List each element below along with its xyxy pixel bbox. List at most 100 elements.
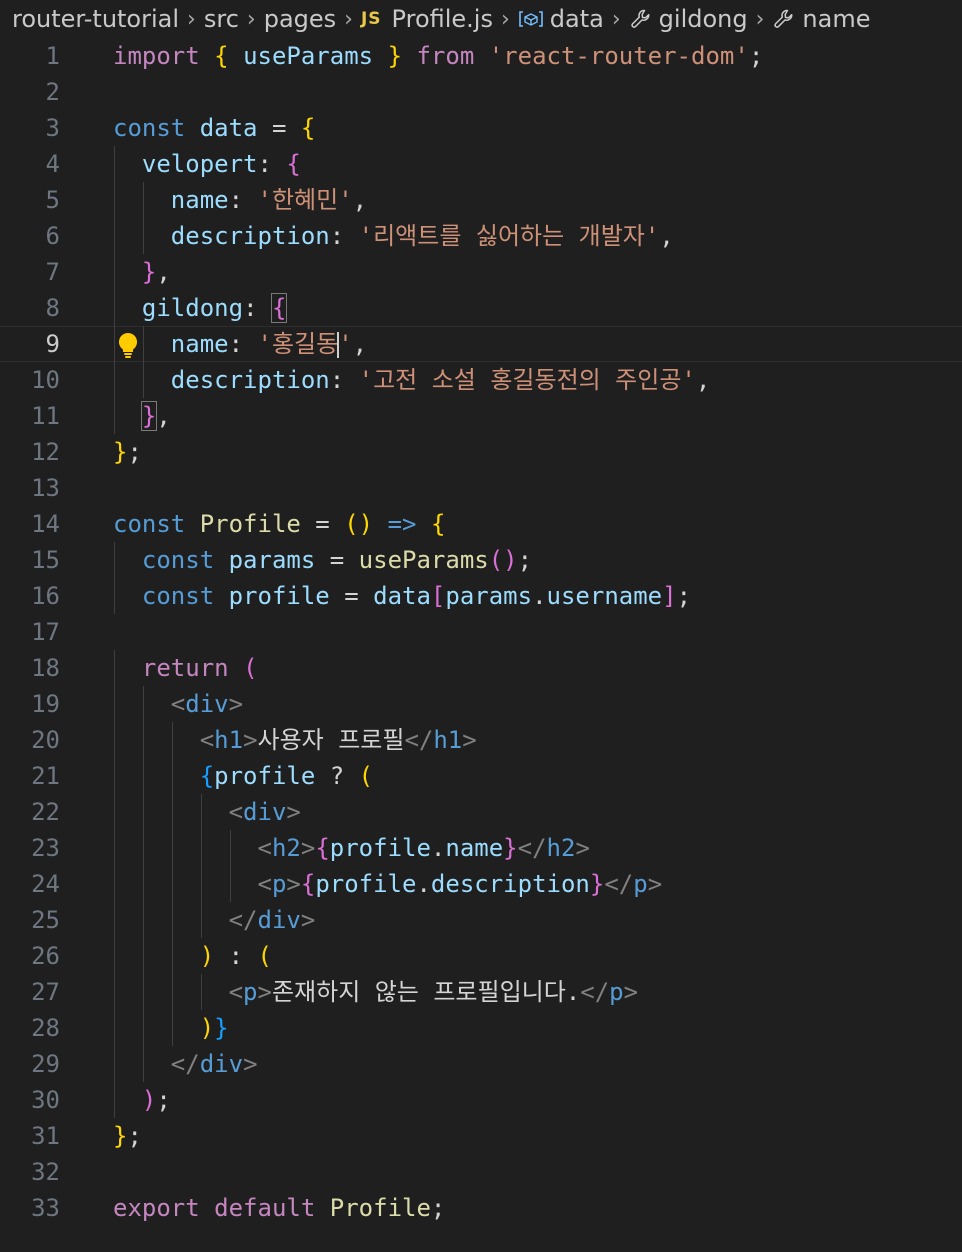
code-text: <div> <box>113 794 301 830</box>
code-line[interactable]: 33 export default Profile; <box>0 1190 962 1226</box>
code-token: div <box>243 798 287 826</box>
code-line[interactable]: 4 velopert: { <box>0 146 962 182</box>
code-line[interactable]: 1 import { useParams } from 'react-router… <box>0 38 962 74</box>
code-token: , <box>352 330 368 358</box>
code-line[interactable]: 15 const params = useParams(); <box>0 542 962 578</box>
code-token: p <box>633 870 648 898</box>
code-token: { <box>430 510 446 538</box>
code-token: , <box>156 402 171 430</box>
code-token: > <box>257 978 272 1006</box>
breadcrumb-folder-pages[interactable]: pages <box>264 5 336 33</box>
code-line[interactable]: 24 <p>{profile.description}</p> <box>0 866 962 902</box>
code-line[interactable]: 2 <box>0 74 962 110</box>
line-number: 14 <box>31 510 60 538</box>
code-token: < <box>228 978 244 1006</box>
code-line[interactable]: 28 )} <box>0 1010 962 1046</box>
code-token: = <box>315 546 359 574</box>
line-number: 15 <box>31 546 60 574</box>
code-line[interactable]: 17 <box>0 614 962 650</box>
code-token: description <box>170 222 330 250</box>
code-text: <h1>사용자 프로필</h1> <box>113 722 477 758</box>
code-token: ( <box>257 942 272 970</box>
code-token: . <box>532 582 547 610</box>
code-token: username <box>546 582 663 610</box>
code-line[interactable]: 13 <box>0 470 962 506</box>
code-text: description: '리액트를 싫어하는 개발자', <box>113 218 674 254</box>
line-number: 8 <box>45 294 60 322</box>
code-line[interactable]: 18 return ( <box>0 650 962 686</box>
line-number: 6 <box>45 222 60 250</box>
code-line[interactable]: 32 <box>0 1154 962 1190</box>
breadcrumb-folder-router-tutorial[interactable]: router-tutorial <box>12 5 179 33</box>
code-line[interactable]: 19 <div> <box>0 686 962 722</box>
code-token: return <box>141 654 229 682</box>
code-text: {profile ? ( <box>113 758 373 794</box>
code-text: </div> <box>113 1046 258 1082</box>
code-token: const <box>141 582 215 610</box>
code-token: < <box>199 726 215 754</box>
breadcrumb-symbol-name[interactable]: name <box>772 5 870 33</box>
breadcrumb-folder-src[interactable]: src <box>204 5 239 33</box>
line-number: 29 <box>31 1050 60 1078</box>
code-line[interactable]: 6 description: '리액트를 싫어하는 개발자', <box>0 218 962 254</box>
code-token: data <box>373 582 431 610</box>
code-token: '홍길동 <box>257 330 339 358</box>
code-token: import <box>113 42 200 70</box>
breadcrumb-label: gildong <box>658 5 748 33</box>
line-number: 33 <box>31 1194 60 1222</box>
line-number: 28 <box>31 1014 60 1042</box>
code-line[interactable]: 20 <h1>사용자 프로필</h1> <box>0 722 962 758</box>
code-token: p <box>243 978 258 1006</box>
breadcrumb-symbol-gildong[interactable]: gildong <box>629 5 748 33</box>
code-token: h1 <box>214 726 244 754</box>
code-line[interactable]: 7 }, <box>0 254 962 290</box>
code-token: ) <box>199 1014 215 1042</box>
code-token: , <box>352 186 368 214</box>
code-line[interactable]: 14 const Profile = () => { <box>0 506 962 542</box>
code-line[interactable]: 5 name: '한혜민', <box>0 182 962 218</box>
code-editor[interactable]: 1 import { useParams } from 'react-router… <box>0 38 962 1226</box>
code-token: > <box>243 1050 258 1078</box>
code-text: import { useParams } from 'react-router-… <box>113 38 763 74</box>
code-line[interactable]: 23 <h2>{profile.name}</h2> <box>0 830 962 866</box>
code-token: < <box>228 798 244 826</box>
code-line[interactable]: 25 </div> <box>0 902 962 938</box>
code-line[interactable]: 30 ); <box>0 1082 962 1118</box>
line-number: 7 <box>45 258 60 286</box>
code-line[interactable]: 11 }, <box>0 398 962 434</box>
line-number: 21 <box>31 762 60 790</box>
code-line[interactable]: 27 <p>존재하지 않는 프로필입니다.</p> <box>0 974 962 1010</box>
code-token: : <box>257 150 287 178</box>
breadcrumb-symbol-data[interactable]: data <box>518 5 604 33</box>
code-line[interactable]: 12}; <box>0 434 962 470</box>
code-token: ? <box>315 762 359 790</box>
code-text: <p>존재하지 않는 프로필입니다.</p> <box>113 974 638 1010</box>
code-token: description <box>430 870 590 898</box>
code-line[interactable]: 21 {profile ? ( <box>0 758 962 794</box>
code-token: { <box>199 762 215 790</box>
code-token: . <box>416 870 431 898</box>
code-token: '고전 소설 홍길동전의 주인공' <box>358 366 696 394</box>
code-line[interactable]: 10 description: '고전 소설 홍길동전의 주인공', <box>0 362 962 398</box>
code-token: params <box>228 546 316 574</box>
code-line[interactable]: 22 <div> <box>0 794 962 830</box>
breadcrumb-file-profile[interactable]: JS Profile.js <box>361 5 493 33</box>
code-token: name <box>170 330 229 358</box>
code-line[interactable]: 16 const profile = data[params.username]… <box>0 578 962 614</box>
code-token: ; <box>748 42 764 70</box>
code-line[interactable]: 8 gildong: { <box>0 290 962 326</box>
code-line[interactable]: 3 const data = { <box>0 110 962 146</box>
code-token: 'react-router-dom' <box>488 42 749 70</box>
code-line[interactable]: 29 </div> <box>0 1046 962 1082</box>
code-token: </ <box>170 1050 200 1078</box>
line-number: 23 <box>31 834 60 862</box>
code-line[interactable]: 26 ) : ( <box>0 938 962 974</box>
code-line[interactable]: 9 name: '홍길동', <box>0 326 962 362</box>
code-line[interactable]: 31}; <box>0 1118 962 1154</box>
